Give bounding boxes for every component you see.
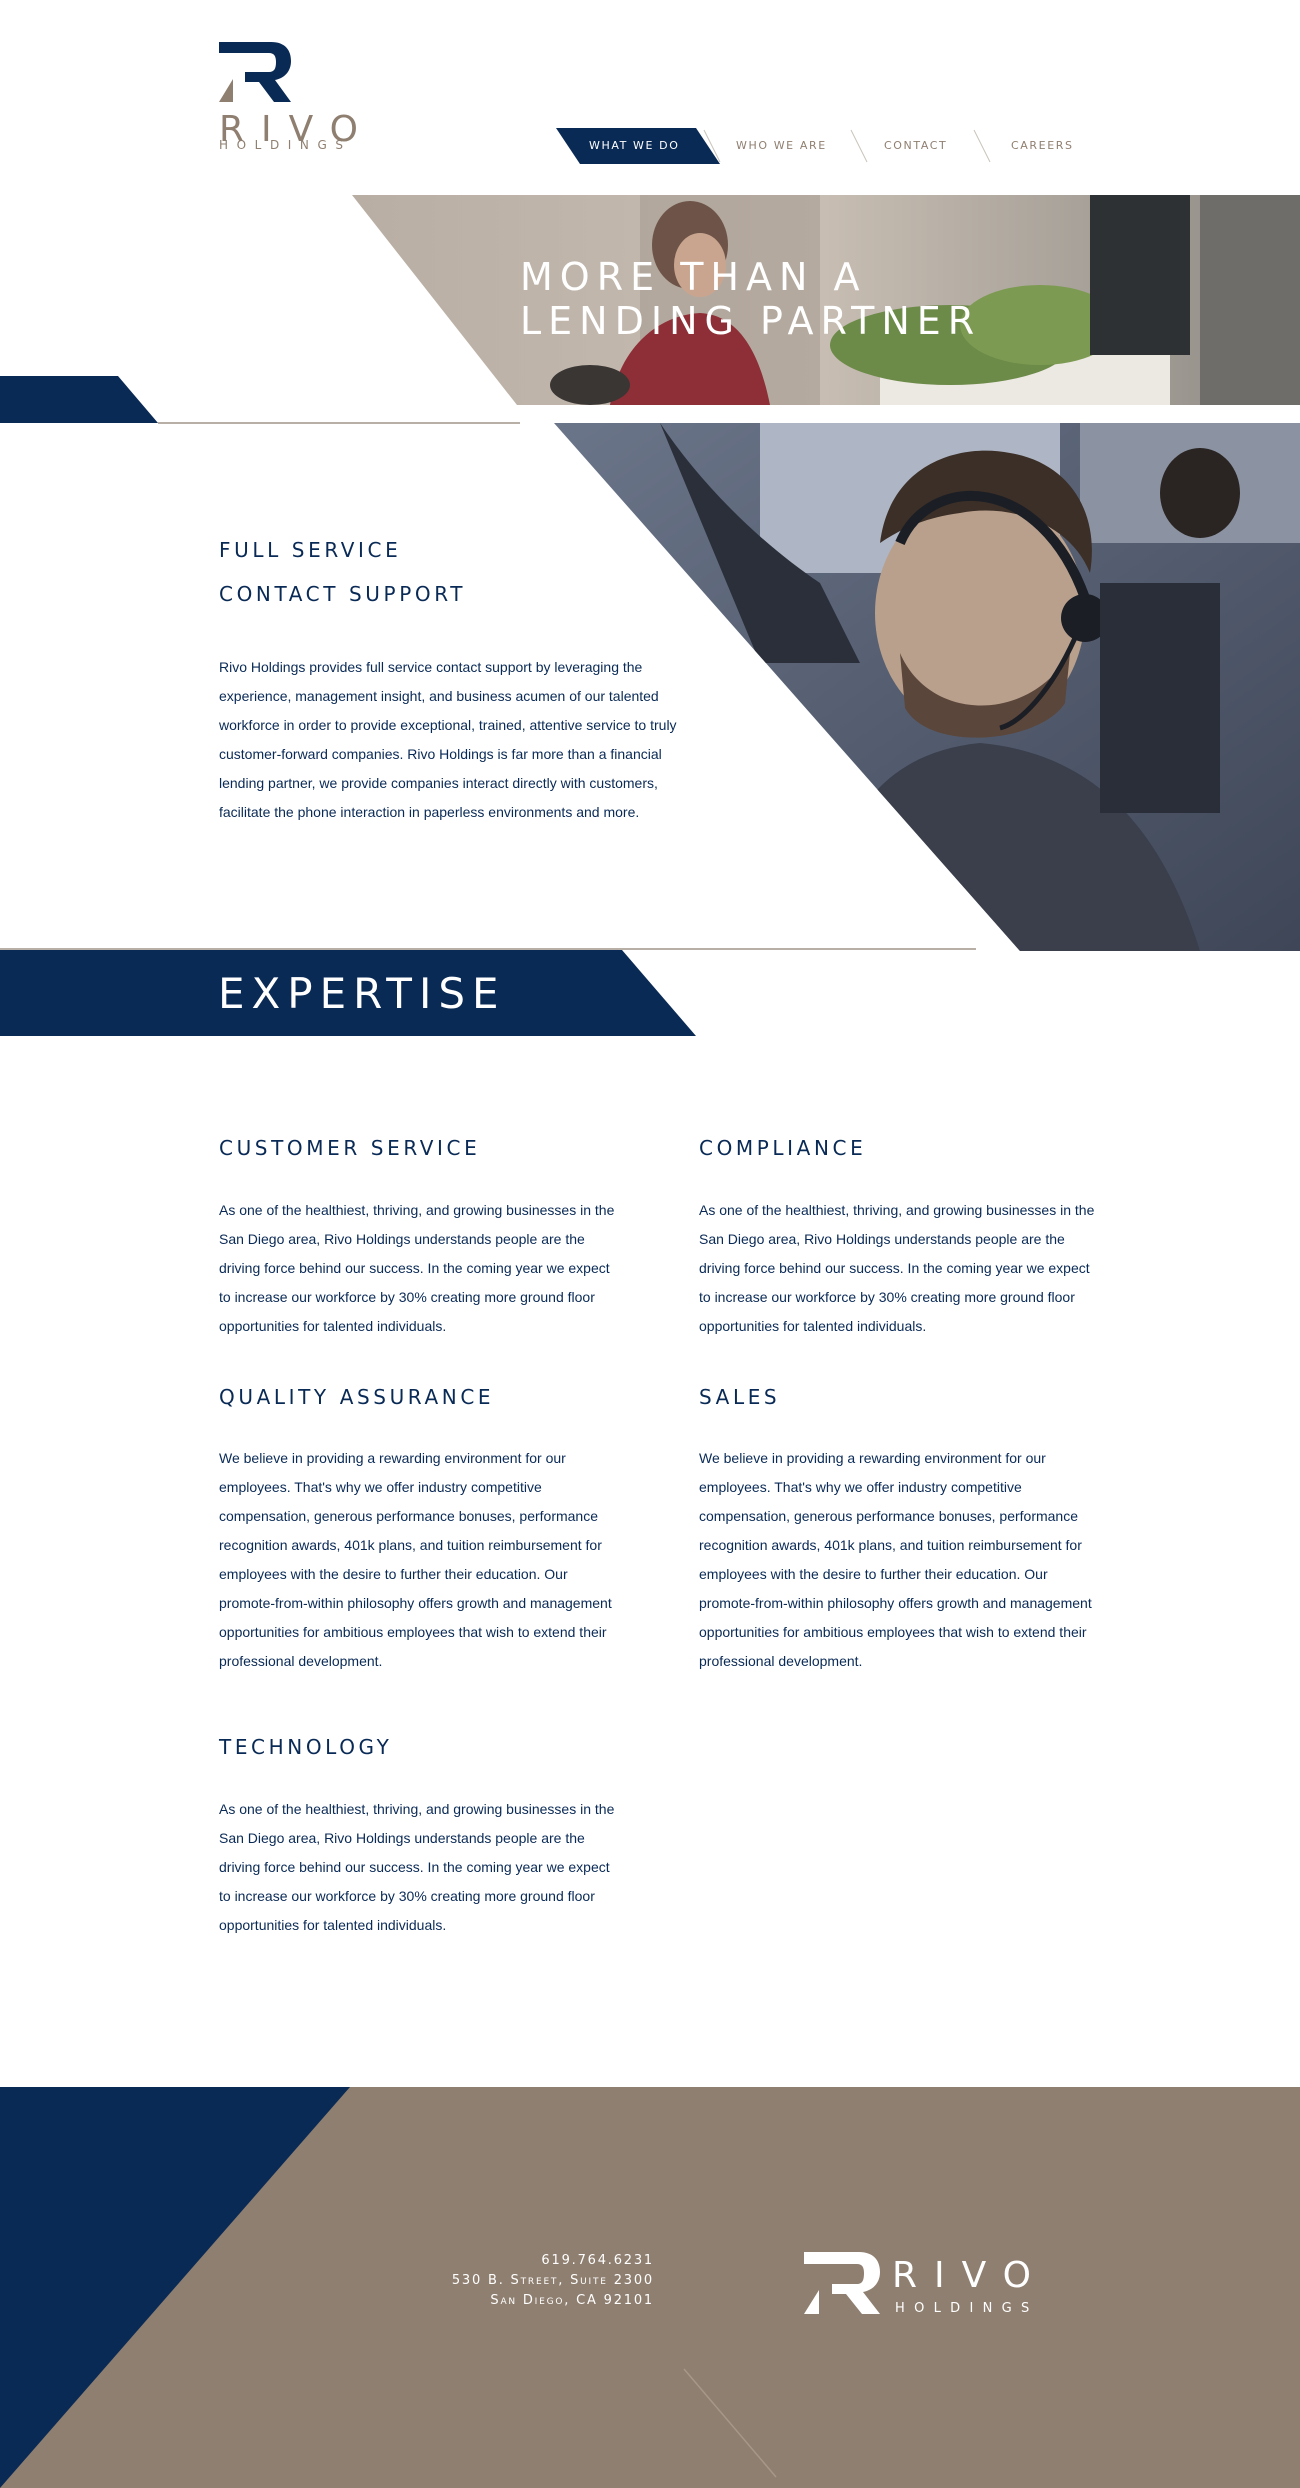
paragraph-line: compensation, generous performance bonus…	[219, 1508, 598, 1524]
nav-item-careers[interactable]: CAREERS	[1011, 128, 1074, 164]
paragraph-line: driving force behind our success. In the…	[219, 1859, 610, 1875]
logo-r-mark-icon	[219, 42, 291, 102]
paragraph-line: to increase our workforce by 30% creatin…	[219, 1888, 595, 1904]
paragraph-line: As one of the healthiest, thriving, and …	[699, 1202, 1095, 1218]
expertise-heading-quality-assurance: QUALITY ASSURANCE	[219, 1385, 495, 1409]
paragraph-line: employees with the desire to further the…	[219, 1566, 568, 1582]
paragraph-line: professional development.	[699, 1653, 863, 1669]
expertise-text-quality-assurance: We believe in providing a rewarding envi…	[219, 1444, 659, 1676]
footer-address-line-1: 530 B. Street, Suite 2300	[451, 2273, 654, 2288]
nav-item-what-we-do[interactable]: WHAT WE DO	[589, 128, 680, 164]
full-service-heading-line-1: FULL SERVICE	[219, 538, 402, 562]
hero-title-line-2: LENDING PARTNER	[520, 299, 982, 343]
paragraph-line: Rivo Holdings provides full service cont…	[219, 659, 643, 675]
nav-separator-icon	[703, 129, 721, 163]
full-service-paragraph: Rivo Holdings provides full service cont…	[219, 653, 699, 827]
paragraph-line: to increase our workforce by 30% creatin…	[219, 1289, 595, 1305]
paragraph-line: workforce in order to provide exceptiona…	[219, 717, 677, 733]
expertise-text-technology: As one of the healthiest, thriving, and …	[219, 1795, 659, 1940]
paragraph-line: San Diego area, Rivo Holdings understand…	[699, 1231, 1065, 1247]
paragraph-line: recognition awards, 401k plans, and tuit…	[219, 1537, 602, 1553]
footer-logo-wordmark: RIVO	[892, 2255, 1048, 2296]
logo-subtitle: HOLDINGS	[219, 138, 352, 152]
paragraph-line: promote-from-within philosophy offers gr…	[699, 1595, 1092, 1611]
expertise-text-compliance: As one of the healthiest, thriving, and …	[699, 1196, 1139, 1341]
paragraph-line: recognition awards, 401k plans, and tuit…	[699, 1537, 1082, 1553]
paragraph-line: experience, management insight, and busi…	[219, 688, 659, 704]
paragraph-line: San Diego area, Rivo Holdings understand…	[219, 1830, 585, 1846]
paragraph-line: promote-from-within philosophy offers gr…	[219, 1595, 612, 1611]
expertise-banner-shape	[0, 950, 696, 1036]
expertise-heading-sales: SALES	[699, 1385, 781, 1409]
paragraph-line: San Diego area, Rivo Holdings understand…	[219, 1231, 585, 1247]
paragraph-line: driving force behind our success. In the…	[219, 1260, 610, 1276]
nav-separator-icon	[973, 129, 991, 163]
footer-phone[interactable]: 619.764.6231	[452, 2251, 654, 2271]
nav-separator-icon	[850, 129, 868, 163]
paragraph-line: As one of the healthiest, thriving, and …	[219, 1202, 615, 1218]
paragraph-line: facilitate the phone interaction in pape…	[219, 804, 640, 820]
expertise-text-customer-service: As one of the healthiest, thriving, and …	[219, 1196, 659, 1341]
footer-address-line-2: San Diego, CA 92101	[490, 2293, 654, 2308]
paragraph-line: employees with the desire to further the…	[699, 1566, 1048, 1582]
expertise-heading-technology: TECHNOLOGY	[219, 1735, 393, 1759]
full-service-heading-line-2: CONTACT SUPPORT	[219, 582, 467, 606]
paragraph-line: employees. That's why we offer industry …	[699, 1479, 1022, 1495]
paragraph-line: opportunities for ambitious employees th…	[699, 1624, 1087, 1640]
paragraph-line: customer-forward companies. Rivo Holding…	[219, 746, 662, 762]
paragraph-line: We believe in providing a rewarding envi…	[699, 1450, 1046, 1466]
expertise-heading-customer-service: CUSTOMER SERVICE	[219, 1136, 481, 1160]
expertise-title: EXPERTISE	[218, 969, 506, 1018]
footer-contact-block: 619.764.6231 530 B. Street, Suite 2300 S…	[452, 2251, 654, 2311]
expertise-heading-compliance: COMPLIANCE	[699, 1136, 867, 1160]
expertise-text-sales: We believe in providing a rewarding envi…	[699, 1444, 1139, 1676]
main-nav: WHAT WE DO WHO WE ARE CONTACT CAREERS	[556, 128, 1096, 164]
paragraph-line: opportunities for ambitious employees th…	[219, 1624, 607, 1640]
footer-logo-subtitle: HOLDINGS	[895, 2301, 1039, 2316]
paragraph-line: As one of the healthiest, thriving, and …	[219, 1801, 615, 1817]
nav-item-who-we-are[interactable]: WHO WE ARE	[736, 128, 827, 164]
paragraph-line: lending partner, we provide companies in…	[219, 775, 658, 791]
paragraph-line: We believe in providing a rewarding envi…	[219, 1450, 566, 1466]
paragraph-line: to increase our workforce by 30% creatin…	[699, 1289, 1075, 1305]
paragraph-line: professional development.	[219, 1653, 383, 1669]
nav-item-contact[interactable]: CONTACT	[884, 128, 947, 164]
paragraph-line: opportunities for talented individuals.	[219, 1917, 447, 1933]
hero-title-line-1: MORE THAN A	[520, 255, 867, 299]
hero-title: MORE THAN A LENDING PARTNER	[520, 255, 1160, 343]
paragraph-line: opportunities for talented individuals.	[699, 1318, 927, 1334]
paragraph-line: opportunities for talented individuals.	[219, 1318, 447, 1334]
paragraph-line: compensation, generous performance bonus…	[699, 1508, 1078, 1524]
paragraph-line: employees. That's why we offer industry …	[219, 1479, 542, 1495]
paragraph-line: driving force behind our success. In the…	[699, 1260, 1090, 1276]
